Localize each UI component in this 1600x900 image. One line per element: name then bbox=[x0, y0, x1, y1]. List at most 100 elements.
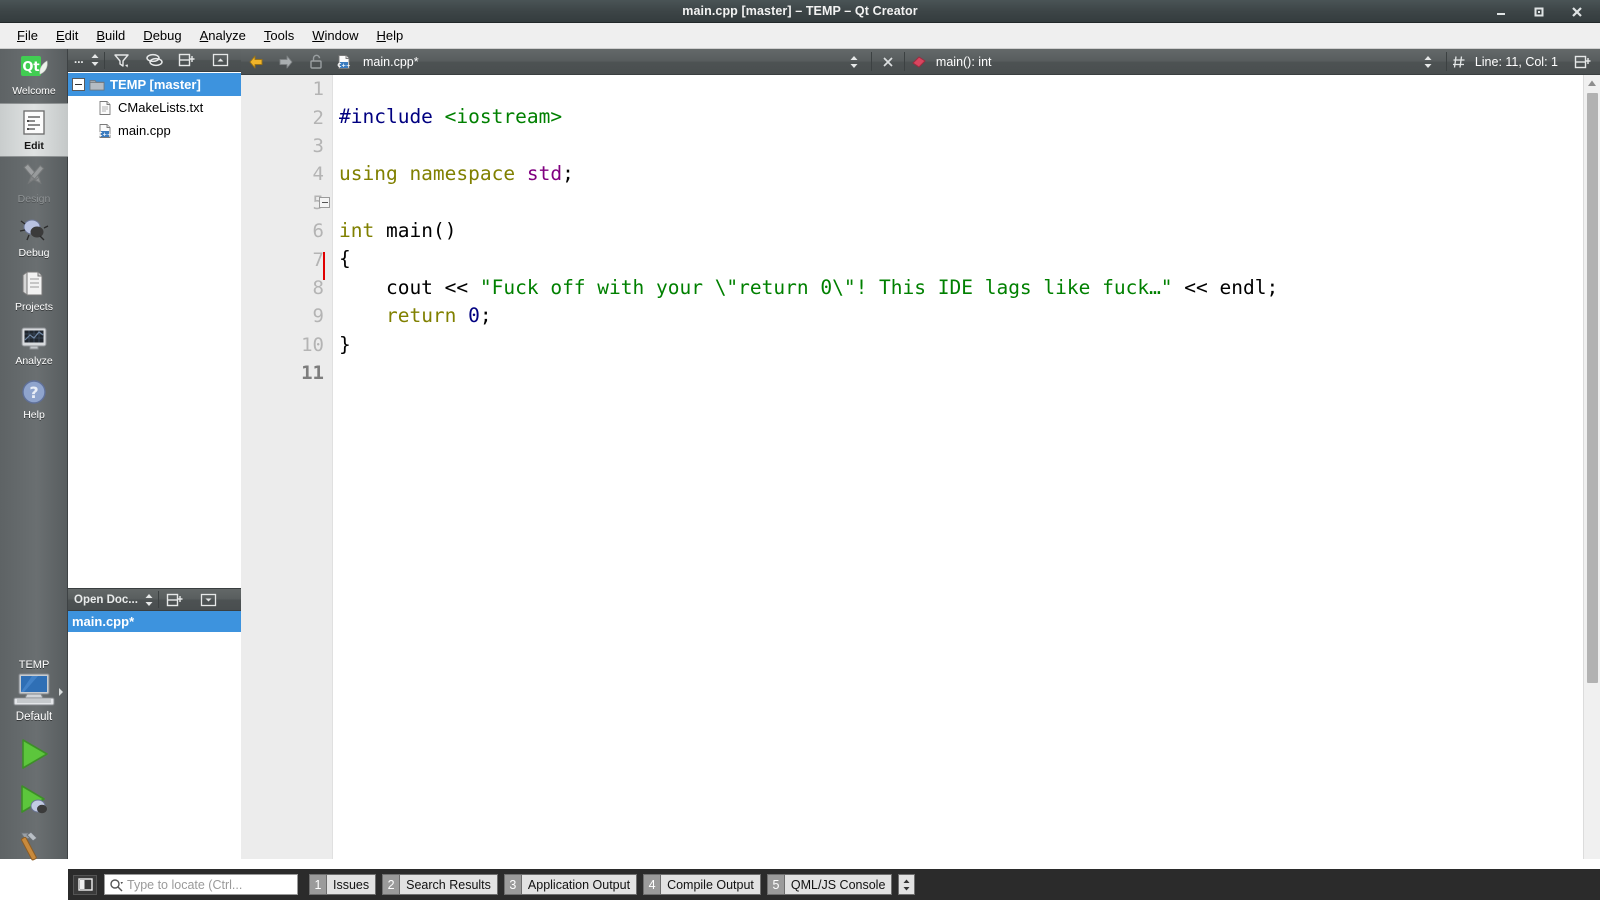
code-editor[interactable]: 1 2 3 4 5 6 7 8 9 10 11 #include <iostre… bbox=[241, 75, 1600, 859]
open-document-label: main.cpp* bbox=[72, 614, 135, 629]
split-icon[interactable] bbox=[1566, 49, 1600, 75]
mode-analyze-label: Analyze bbox=[15, 355, 53, 367]
output-pane-label: QML/JS Console bbox=[783, 874, 893, 895]
line-number: 4 bbox=[312, 163, 324, 186]
mode-welcome[interactable]: Qt Welcome bbox=[0, 49, 68, 103]
current-symbol[interactable]: main(): int bbox=[931, 55, 992, 69]
menu-file[interactable]: File bbox=[8, 25, 47, 47]
output-pane-number: 5 bbox=[766, 874, 784, 895]
code-line: #include <iostream> bbox=[339, 105, 563, 129]
open-docs-updown-icon[interactable] bbox=[141, 588, 158, 611]
code-text[interactable]: #include <iostream> using namespace std;… bbox=[334, 75, 1583, 859]
svg-text:C++: C++ bbox=[337, 63, 351, 69]
close-sidebar-icon[interactable] bbox=[192, 588, 225, 611]
function-diamond-icon bbox=[907, 49, 931, 75]
menu-help[interactable]: Help bbox=[367, 25, 412, 47]
run-button[interactable] bbox=[0, 731, 68, 777]
toolbar-divider bbox=[870, 52, 872, 71]
kit-config-label: Default bbox=[15, 711, 53, 723]
svg-text:?: ? bbox=[29, 383, 38, 402]
code-line: int main() bbox=[339, 219, 457, 243]
project-tree: TEMP [master] CMakeLists.txt C++ main.cp… bbox=[68, 72, 241, 588]
desktop-computer-icon bbox=[0, 672, 68, 710]
minimize-icon[interactable] bbox=[1482, 0, 1520, 23]
start-debugging-button[interactable] bbox=[0, 777, 68, 823]
scroll-up-icon[interactable] bbox=[1584, 75, 1600, 91]
view-updown-icon[interactable] bbox=[87, 49, 104, 72]
output-pane-spinner[interactable] bbox=[898, 874, 916, 895]
project-view-selector[interactable]: ... bbox=[68, 54, 87, 66]
mode-analyze[interactable]: Analyze bbox=[0, 319, 68, 373]
output-pane-compile-output[interactable]: 4 Compile Output bbox=[643, 874, 761, 895]
file-dropdown-icon[interactable] bbox=[839, 49, 869, 75]
output-pane-label: Compile Output bbox=[660, 874, 761, 895]
mode-help-label: Help bbox=[23, 409, 45, 421]
project-sidebar: ... TEMP [master] CMakeLists.txt C++ mai… bbox=[68, 49, 241, 859]
go-back-icon[interactable] bbox=[241, 49, 271, 75]
menu-tools[interactable]: Tools bbox=[255, 25, 303, 47]
output-pane-search-results[interactable]: 2 Search Results bbox=[382, 874, 498, 895]
menu-debug[interactable]: Debug bbox=[134, 25, 190, 47]
project-toolbar: ... bbox=[68, 49, 241, 72]
menu-window[interactable]: Window bbox=[303, 25, 367, 47]
bug-icon bbox=[18, 214, 50, 246]
mode-help[interactable]: ? Help bbox=[0, 373, 68, 427]
mode-edit[interactable]: Edit bbox=[0, 103, 68, 157]
close-icon[interactable] bbox=[1558, 0, 1596, 23]
tree-item-cmakelists[interactable]: CMakeLists.txt bbox=[68, 96, 241, 119]
mode-edit-label: Edit bbox=[24, 140, 44, 152]
expand-toggle-icon[interactable] bbox=[72, 78, 85, 91]
fold-marker-icon[interactable] bbox=[319, 197, 330, 208]
output-pane-qmljs-console[interactable]: 5 QML/JS Console bbox=[766, 874, 893, 895]
open-documents-list: main.cpp* bbox=[68, 611, 241, 859]
qt-logo-icon: Qt bbox=[18, 52, 50, 84]
cursor-position[interactable]: Line: 11, Col: 1 bbox=[1469, 55, 1558, 69]
code-line: { bbox=[339, 247, 351, 271]
open-documents-title[interactable]: Open Doc... bbox=[68, 594, 141, 606]
output-pane-application-output[interactable]: 3 Application Output bbox=[503, 874, 638, 895]
close-sidebar-icon[interactable] bbox=[204, 49, 237, 72]
menu-build[interactable]: Build bbox=[87, 25, 134, 47]
tree-item-project[interactable]: TEMP [master] bbox=[68, 73, 241, 96]
mode-debug[interactable]: Debug bbox=[0, 211, 68, 265]
design-tools-icon bbox=[18, 160, 50, 192]
title-bar: main.cpp [master] – TEMP – Qt Creator bbox=[0, 0, 1600, 23]
mode-projects[interactable]: Projects bbox=[0, 265, 68, 319]
menu-analyze[interactable]: Analyze bbox=[191, 25, 255, 47]
toggle-sidebar-icon[interactable] bbox=[73, 874, 97, 895]
analyze-monitor-icon bbox=[18, 322, 50, 354]
kit-selector[interactable]: TEMP Default bbox=[0, 659, 68, 869]
line-number: 10 bbox=[301, 333, 324, 356]
toolbar-divider bbox=[903, 52, 905, 71]
open-document-item[interactable]: main.cpp* bbox=[68, 611, 241, 632]
editor-bottom-filler bbox=[241, 859, 1600, 869]
output-pane-label: Issues bbox=[326, 874, 377, 895]
menu-edit[interactable]: Edit bbox=[47, 25, 87, 47]
go-forward-icon[interactable] bbox=[271, 49, 301, 75]
split-icon[interactable] bbox=[159, 588, 192, 611]
svg-text:C++: C++ bbox=[98, 132, 112, 138]
build-button[interactable] bbox=[0, 823, 68, 869]
code-line: } bbox=[339, 332, 351, 356]
tree-item-label: CMakeLists.txt bbox=[118, 100, 204, 115]
close-document-icon[interactable] bbox=[874, 49, 902, 75]
editor-toolbar: C++ main.cpp* main(): int Line: 11, Col:… bbox=[241, 49, 1600, 75]
scrollbar-thumb[interactable] bbox=[1587, 93, 1598, 683]
symbol-dropdown-icon[interactable] bbox=[1412, 49, 1444, 75]
text-file-icon bbox=[97, 100, 113, 116]
output-pane-issues[interactable]: 1 Issues bbox=[309, 874, 377, 895]
split-icon[interactable] bbox=[171, 49, 204, 72]
line-number: 8 bbox=[312, 276, 324, 299]
unlock-icon[interactable] bbox=[301, 49, 331, 75]
filter-icon[interactable] bbox=[105, 49, 138, 72]
tree-item-maincpp[interactable]: C++ main.cpp bbox=[68, 119, 241, 142]
link-icon[interactable] bbox=[138, 49, 171, 72]
editor-vertical-scrollbar[interactable] bbox=[1583, 75, 1600, 859]
locator-input[interactable]: Type to locate (Ctrl... bbox=[104, 874, 298, 895]
editor-filename[interactable]: main.cpp* bbox=[357, 55, 419, 69]
mode-design: Design bbox=[0, 157, 68, 211]
window-controls bbox=[1482, 0, 1596, 23]
tree-item-label: TEMP [master] bbox=[110, 77, 201, 92]
maximize-icon[interactable] bbox=[1520, 0, 1558, 23]
locator-placeholder: Type to locate (Ctrl... bbox=[127, 877, 243, 892]
